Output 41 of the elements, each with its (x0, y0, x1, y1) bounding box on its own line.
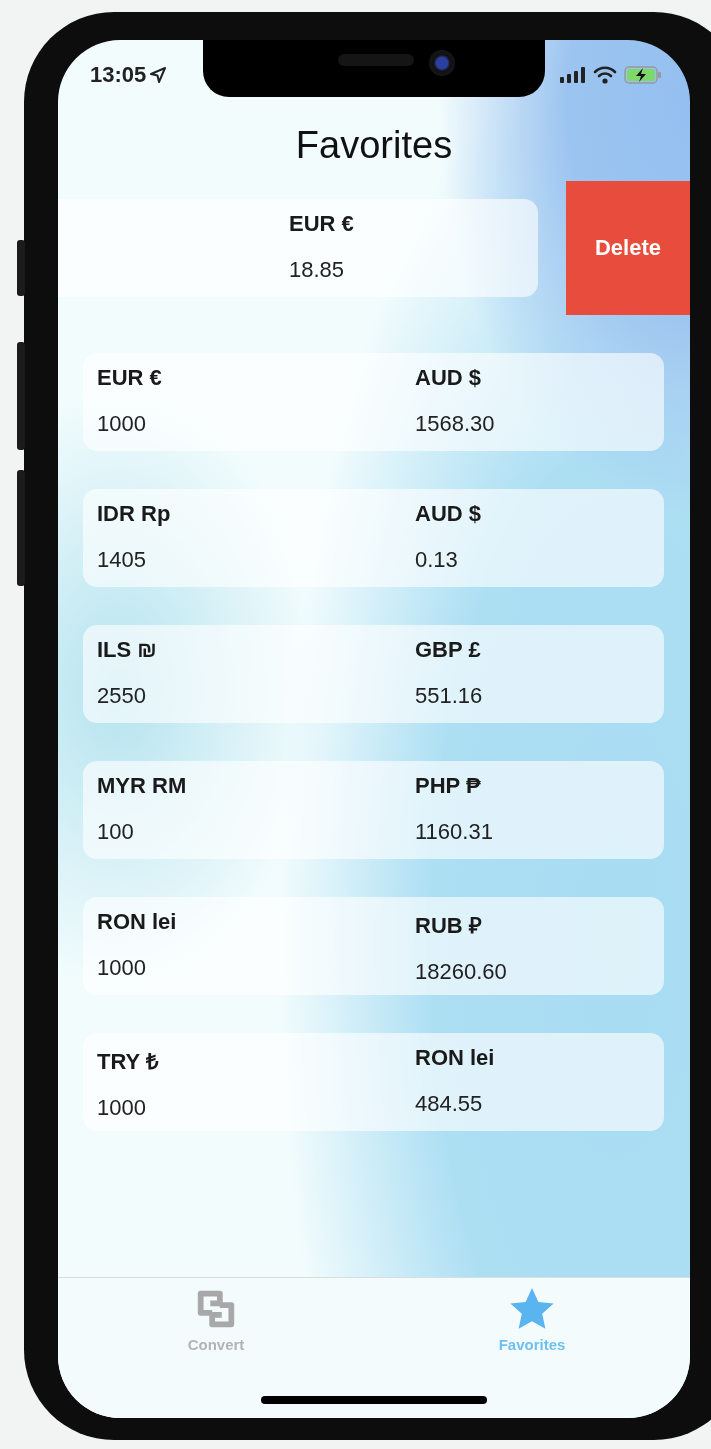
status-time: 13:05 (90, 62, 147, 88)
currency-label: GBP £ (415, 637, 482, 663)
currency-label: RON lei (97, 909, 178, 935)
favorite-card[interactable]: MYR RM 100 PHP ₱ 1160.31 (83, 761, 664, 859)
favorite-card[interactable]: RON lei 1000 RUB ₽ 18260.60 (83, 897, 664, 995)
amount-text: 2550 (97, 683, 147, 709)
camera-icon (429, 50, 455, 76)
delete-button[interactable]: Delete (566, 181, 690, 315)
page-title: Favorites (295, 124, 453, 167)
signal-icon (560, 67, 586, 83)
battery-charging-icon (624, 66, 662, 84)
amount-text: 1405 (97, 547, 147, 573)
currency-label: IDR Rp (97, 501, 172, 527)
location-arrow-icon (150, 67, 167, 83)
amount-text: 1000 (97, 1095, 147, 1121)
currency-label: TRY ₺ (97, 1048, 160, 1075)
favorite-card[interactable]: IDR Rp 1405 AUD $ 0.13 (83, 489, 664, 587)
currency-label: EUR € (97, 365, 163, 391)
amount-text: 0.13 (415, 547, 459, 573)
currency-label: AUD $ (415, 501, 482, 527)
amount-text: 1000 (97, 411, 147, 437)
currency-label: RON lei (415, 1045, 496, 1071)
wifi-icon (593, 66, 617, 84)
favorite-card[interactable]: TRY ₺ 1000 RON lei 484.55 (83, 1033, 664, 1131)
currency-label: MYR RM (97, 773, 188, 799)
currency-label: RUB ₽ (415, 912, 483, 939)
amount-text: 18.85 (289, 257, 346, 283)
amount-text: 551.16 (415, 683, 484, 709)
amount-text: 484.55 (415, 1091, 484, 1117)
amount-text: 100 (97, 819, 135, 845)
favorite-card[interactable]: EUR € 1000 AUD $ 1568.30 (83, 353, 664, 451)
favorite-card[interactable]: EUR € 18.85 (58, 199, 538, 297)
favorite-card[interactable]: ILS ₪ 2550 GBP £ 551.16 (83, 625, 664, 723)
currency-label: EUR € (289, 211, 355, 237)
currency-label: ILS ₪ (97, 637, 158, 663)
amount-text: 1568.30 (415, 411, 496, 437)
currency-label: AUD $ (415, 365, 482, 391)
amount-text: 1160.31 (415, 819, 494, 845)
amount-text: 18260.60 (415, 959, 508, 985)
currency-label: PHP ₱ (415, 773, 482, 799)
amount-text: 1000 (97, 955, 147, 981)
